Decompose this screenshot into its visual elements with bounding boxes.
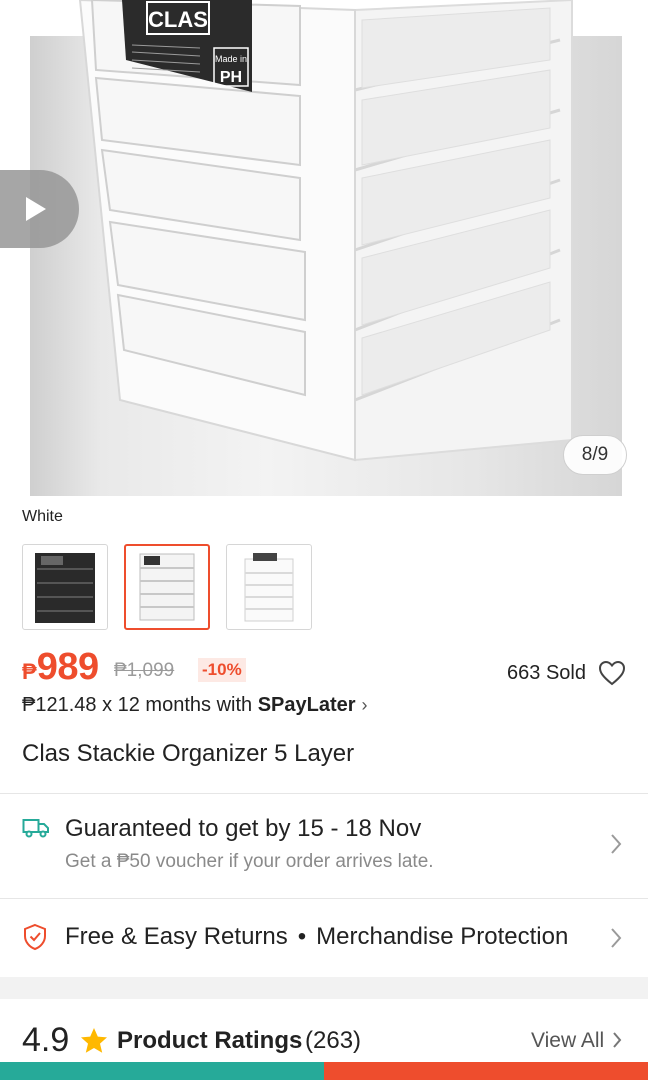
view-all-label: View All (531, 1029, 605, 1052)
section-separator (0, 977, 648, 999)
product-ratings-header: 4.9 Product Ratings (263) View All (0, 999, 648, 1069)
made-in-label: Made in (215, 54, 247, 64)
chevron-right-icon: › (361, 695, 368, 715)
price-amount: 989 (36, 646, 99, 688)
shield-icon (24, 923, 46, 951)
view-all-link[interactable]: View All (531, 1029, 622, 1053)
installment-provider: SPayLater (257, 694, 356, 716)
buy-now-button[interactable] (324, 1062, 648, 1080)
play-icon (25, 197, 46, 221)
product-title: Clas Stackie Organizer 5 Layer (22, 740, 355, 767)
brand-label: CLAS (148, 7, 208, 32)
chevron-right-icon (613, 1032, 622, 1048)
shipping-guarantee-row[interactable]: Guaranteed to get by 15 - 18 Nov Get a ₱… (0, 795, 648, 897)
variant-black-image (35, 553, 95, 623)
variant-thumb-black[interactable] (22, 544, 108, 630)
shipping-title: Guaranteed to get by 15 - 18 Nov (65, 815, 422, 842)
selected-variant-label: White (22, 508, 63, 525)
price-row: ₱989 ₱1,099 -10% 663 Sold (22, 646, 626, 690)
star-icon (81, 1028, 107, 1053)
product-image-gallery[interactable]: CLAS Made in PH 8/9 (0, 0, 648, 496)
truck-icon (22, 819, 49, 838)
product-page: CLAS Made in PH 8/9 White ₱989 ₱1,099 -1… (0, 0, 648, 1080)
separator-dot: • (297, 923, 307, 950)
variant-thumb-clear[interactable] (226, 544, 312, 630)
play-video-button[interactable] (0, 170, 79, 248)
bottom-action-bar (0, 1062, 648, 1080)
currency-symbol: ₱ (22, 659, 37, 684)
variant-white-image (139, 553, 195, 621)
divider (0, 793, 648, 794)
variant-thumbnails (22, 544, 312, 630)
merchandise-protection-label: Merchandise Protection (316, 923, 569, 950)
shipping-subtitle: Get a ₱50 voucher if your order arrives … (65, 851, 434, 872)
sold-count: 663 Sold (507, 662, 586, 684)
product-photo: CLAS Made in PH (78, 0, 573, 462)
ratings-count: (263) (305, 1027, 362, 1054)
variant-clear-image (244, 553, 294, 622)
returns-protection-row[interactable]: Free & Easy Returns • Merchandise Protecti… (0, 899, 648, 977)
installment-link[interactable]: ₱121.48 x 12 months with SPayLater › (22, 694, 368, 717)
variant-thumb-white[interactable] (124, 544, 210, 630)
made-in-country: PH (220, 69, 242, 86)
free-returns-label: Free & Easy Returns (65, 923, 288, 950)
installment-text: ₱121.48 x 12 months with (22, 694, 258, 716)
ratings-label: Product Ratings (117, 1027, 303, 1054)
chevron-right-icon (611, 834, 622, 854)
image-counter: 8/9 (563, 435, 627, 475)
chevron-right-icon (611, 928, 622, 948)
chat-add-to-cart-button[interactable] (0, 1062, 324, 1080)
discount-badge: -10% (198, 658, 246, 682)
original-price: ₱1,099 (114, 660, 175, 681)
current-price: ₱989 (22, 646, 99, 689)
heart-icon[interactable] (598, 660, 626, 686)
returns-text: Free & Easy Returns • Merchandise Protecti… (65, 923, 568, 951)
rating-score: 4.9 (22, 1021, 70, 1059)
